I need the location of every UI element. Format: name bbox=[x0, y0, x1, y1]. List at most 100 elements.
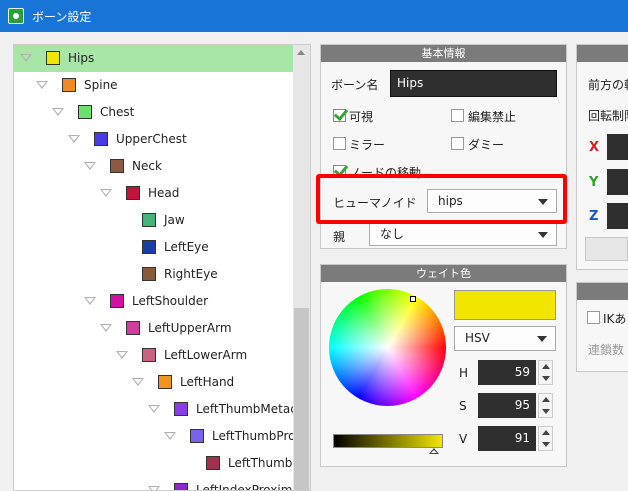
bone-name-label: ボーン名 bbox=[331, 78, 379, 92]
expand-arrow-icon[interactable] bbox=[20, 54, 32, 62]
bone-color-swatch bbox=[126, 321, 140, 335]
value-slider-marker[interactable] bbox=[429, 448, 439, 454]
expand-arrow-icon[interactable] bbox=[100, 189, 112, 197]
tree-item[interactable]: Head bbox=[14, 180, 294, 207]
tree-item-label: RightEye bbox=[164, 267, 218, 281]
saturation-label: S bbox=[459, 399, 467, 413]
tree-item[interactable]: Jaw bbox=[14, 207, 294, 234]
color-preview-swatch bbox=[454, 290, 556, 320]
expand-arrow-icon[interactable] bbox=[148, 405, 160, 413]
hue-stepper[interactable] bbox=[538, 360, 553, 385]
tree-item-label: UpperChest bbox=[116, 132, 187, 146]
tree-item-label: LeftThumbI bbox=[228, 456, 296, 470]
value-input[interactable]: 91 bbox=[478, 426, 536, 451]
hue-input[interactable]: 59 bbox=[478, 360, 536, 385]
bone-color-swatch bbox=[46, 51, 60, 65]
expand-arrow-icon[interactable] bbox=[132, 378, 144, 386]
bone-color-swatch bbox=[110, 294, 124, 308]
edit-lock-checkbox[interactable] bbox=[451, 109, 464, 122]
color-mode-select[interactable]: HSV bbox=[454, 326, 556, 351]
app-icon bbox=[8, 8, 24, 24]
tree-item-label: LeftThumbMetac bbox=[196, 402, 297, 416]
tree-item[interactable]: LeftLowerArm bbox=[14, 342, 294, 369]
scroll-thumb[interactable] bbox=[294, 308, 309, 490]
bone-color-swatch bbox=[190, 429, 204, 443]
mirror-checkbox[interactable] bbox=[333, 137, 346, 150]
bone-color-swatch bbox=[142, 240, 156, 254]
forward-axis-label: 前方の軸 bbox=[588, 78, 628, 92]
bone-color-swatch bbox=[142, 213, 156, 227]
dummy-checkbox[interactable] bbox=[451, 137, 464, 150]
tree-item[interactable]: LeftEye bbox=[14, 234, 294, 261]
tree-item[interactable]: LeftIndexProxim bbox=[14, 477, 294, 490]
color-wheel-marker[interactable] bbox=[410, 296, 416, 302]
tree-item-label: LeftHand bbox=[180, 375, 235, 389]
saturation-stepper[interactable] bbox=[538, 393, 553, 418]
tree-item-label: LeftLowerArm bbox=[164, 348, 248, 362]
tree-item-label: Jaw bbox=[164, 213, 185, 227]
tree-item[interactable]: LeftThumbPro bbox=[14, 423, 296, 450]
tree-item[interactable]: LeftThumbI bbox=[14, 450, 296, 477]
expand-arrow-icon[interactable] bbox=[164, 432, 176, 440]
y-axis-field[interactable] bbox=[607, 169, 628, 195]
expand-arrow-icon[interactable] bbox=[52, 108, 64, 116]
bone-color-swatch bbox=[110, 159, 124, 173]
reset-button[interactable] bbox=[585, 237, 628, 261]
bone-color-swatch bbox=[174, 402, 188, 416]
tree-item[interactable]: Hips bbox=[14, 45, 294, 72]
value-stepper[interactable] bbox=[538, 426, 553, 451]
tree-item-label: Head bbox=[148, 186, 180, 200]
bone-tree[interactable]: LeftIndexProxim LeftThumbI LeftThumbPro Lef… bbox=[13, 44, 311, 491]
scroll-up-arrow-icon[interactable] bbox=[297, 50, 305, 55]
hue-label: H bbox=[459, 366, 469, 380]
bone-color-swatch bbox=[206, 456, 220, 470]
x-axis-field[interactable] bbox=[607, 134, 628, 160]
tree-item[interactable]: LeftThumbMetac bbox=[14, 396, 297, 423]
weight-color-header: ウェイト色 bbox=[321, 265, 566, 282]
bone-name-input[interactable]: Hips bbox=[390, 70, 557, 97]
expand-arrow-icon[interactable] bbox=[100, 324, 112, 332]
expand-arrow-icon[interactable] bbox=[68, 135, 80, 143]
parent-label: 親 bbox=[333, 230, 346, 244]
visible-checkbox[interactable] bbox=[333, 109, 346, 122]
window-title: ボーン設定 bbox=[32, 10, 92, 24]
orientation-header bbox=[577, 45, 628, 62]
expand-arrow-icon[interactable] bbox=[84, 297, 96, 305]
tree-item[interactable]: Spine bbox=[14, 72, 294, 99]
saturation-input[interactable]: 95 bbox=[478, 393, 536, 418]
expand-arrow-icon[interactable] bbox=[148, 486, 160, 490]
x-axis-label: X bbox=[589, 140, 600, 155]
expand-arrow-icon[interactable] bbox=[84, 162, 96, 170]
tree-scrollbar[interactable] bbox=[293, 45, 310, 490]
tree-item[interactable]: LeftShoulder bbox=[14, 288, 294, 315]
expand-arrow-icon[interactable] bbox=[116, 351, 128, 359]
tree-item[interactable]: LeftUpperArm bbox=[14, 315, 294, 342]
ik-checkbox[interactable] bbox=[587, 311, 600, 324]
bone-color-swatch bbox=[142, 348, 156, 362]
tree-item[interactable]: Chest bbox=[14, 99, 294, 126]
y-axis-label: Y bbox=[589, 175, 599, 190]
z-axis-field[interactable] bbox=[607, 203, 628, 229]
tree-item-label: LeftEye bbox=[164, 240, 209, 254]
ik-label: IKあ bbox=[603, 312, 627, 326]
tree-item[interactable]: RightEye bbox=[14, 261, 294, 288]
bone-color-swatch bbox=[126, 186, 140, 200]
bone-color-swatch bbox=[158, 375, 172, 389]
bone-color-swatch bbox=[62, 78, 76, 92]
tree-item-label: Chest bbox=[100, 105, 135, 119]
tree-item[interactable]: UpperChest bbox=[14, 126, 294, 153]
tree-item[interactable]: Neck bbox=[14, 153, 294, 180]
basic-info-header: 基本情報 bbox=[321, 45, 566, 62]
chain-count-label: 連鎖数 bbox=[588, 343, 625, 357]
value-slider[interactable] bbox=[333, 434, 443, 448]
dummy-label: ダミー bbox=[468, 138, 505, 152]
parent-select[interactable]: なし bbox=[369, 222, 557, 246]
parent-select-value: なし bbox=[380, 227, 405, 241]
tree-item-label: LeftThumbPro bbox=[212, 429, 296, 443]
expand-arrow-icon[interactable] bbox=[36, 81, 48, 89]
bone-color-swatch bbox=[94, 132, 108, 146]
tree-item[interactable]: LeftHand bbox=[14, 369, 294, 396]
title-bar: ボーン設定 bbox=[0, 0, 628, 32]
color-wheel[interactable] bbox=[329, 289, 446, 406]
tree-item-label: Spine bbox=[84, 78, 118, 92]
